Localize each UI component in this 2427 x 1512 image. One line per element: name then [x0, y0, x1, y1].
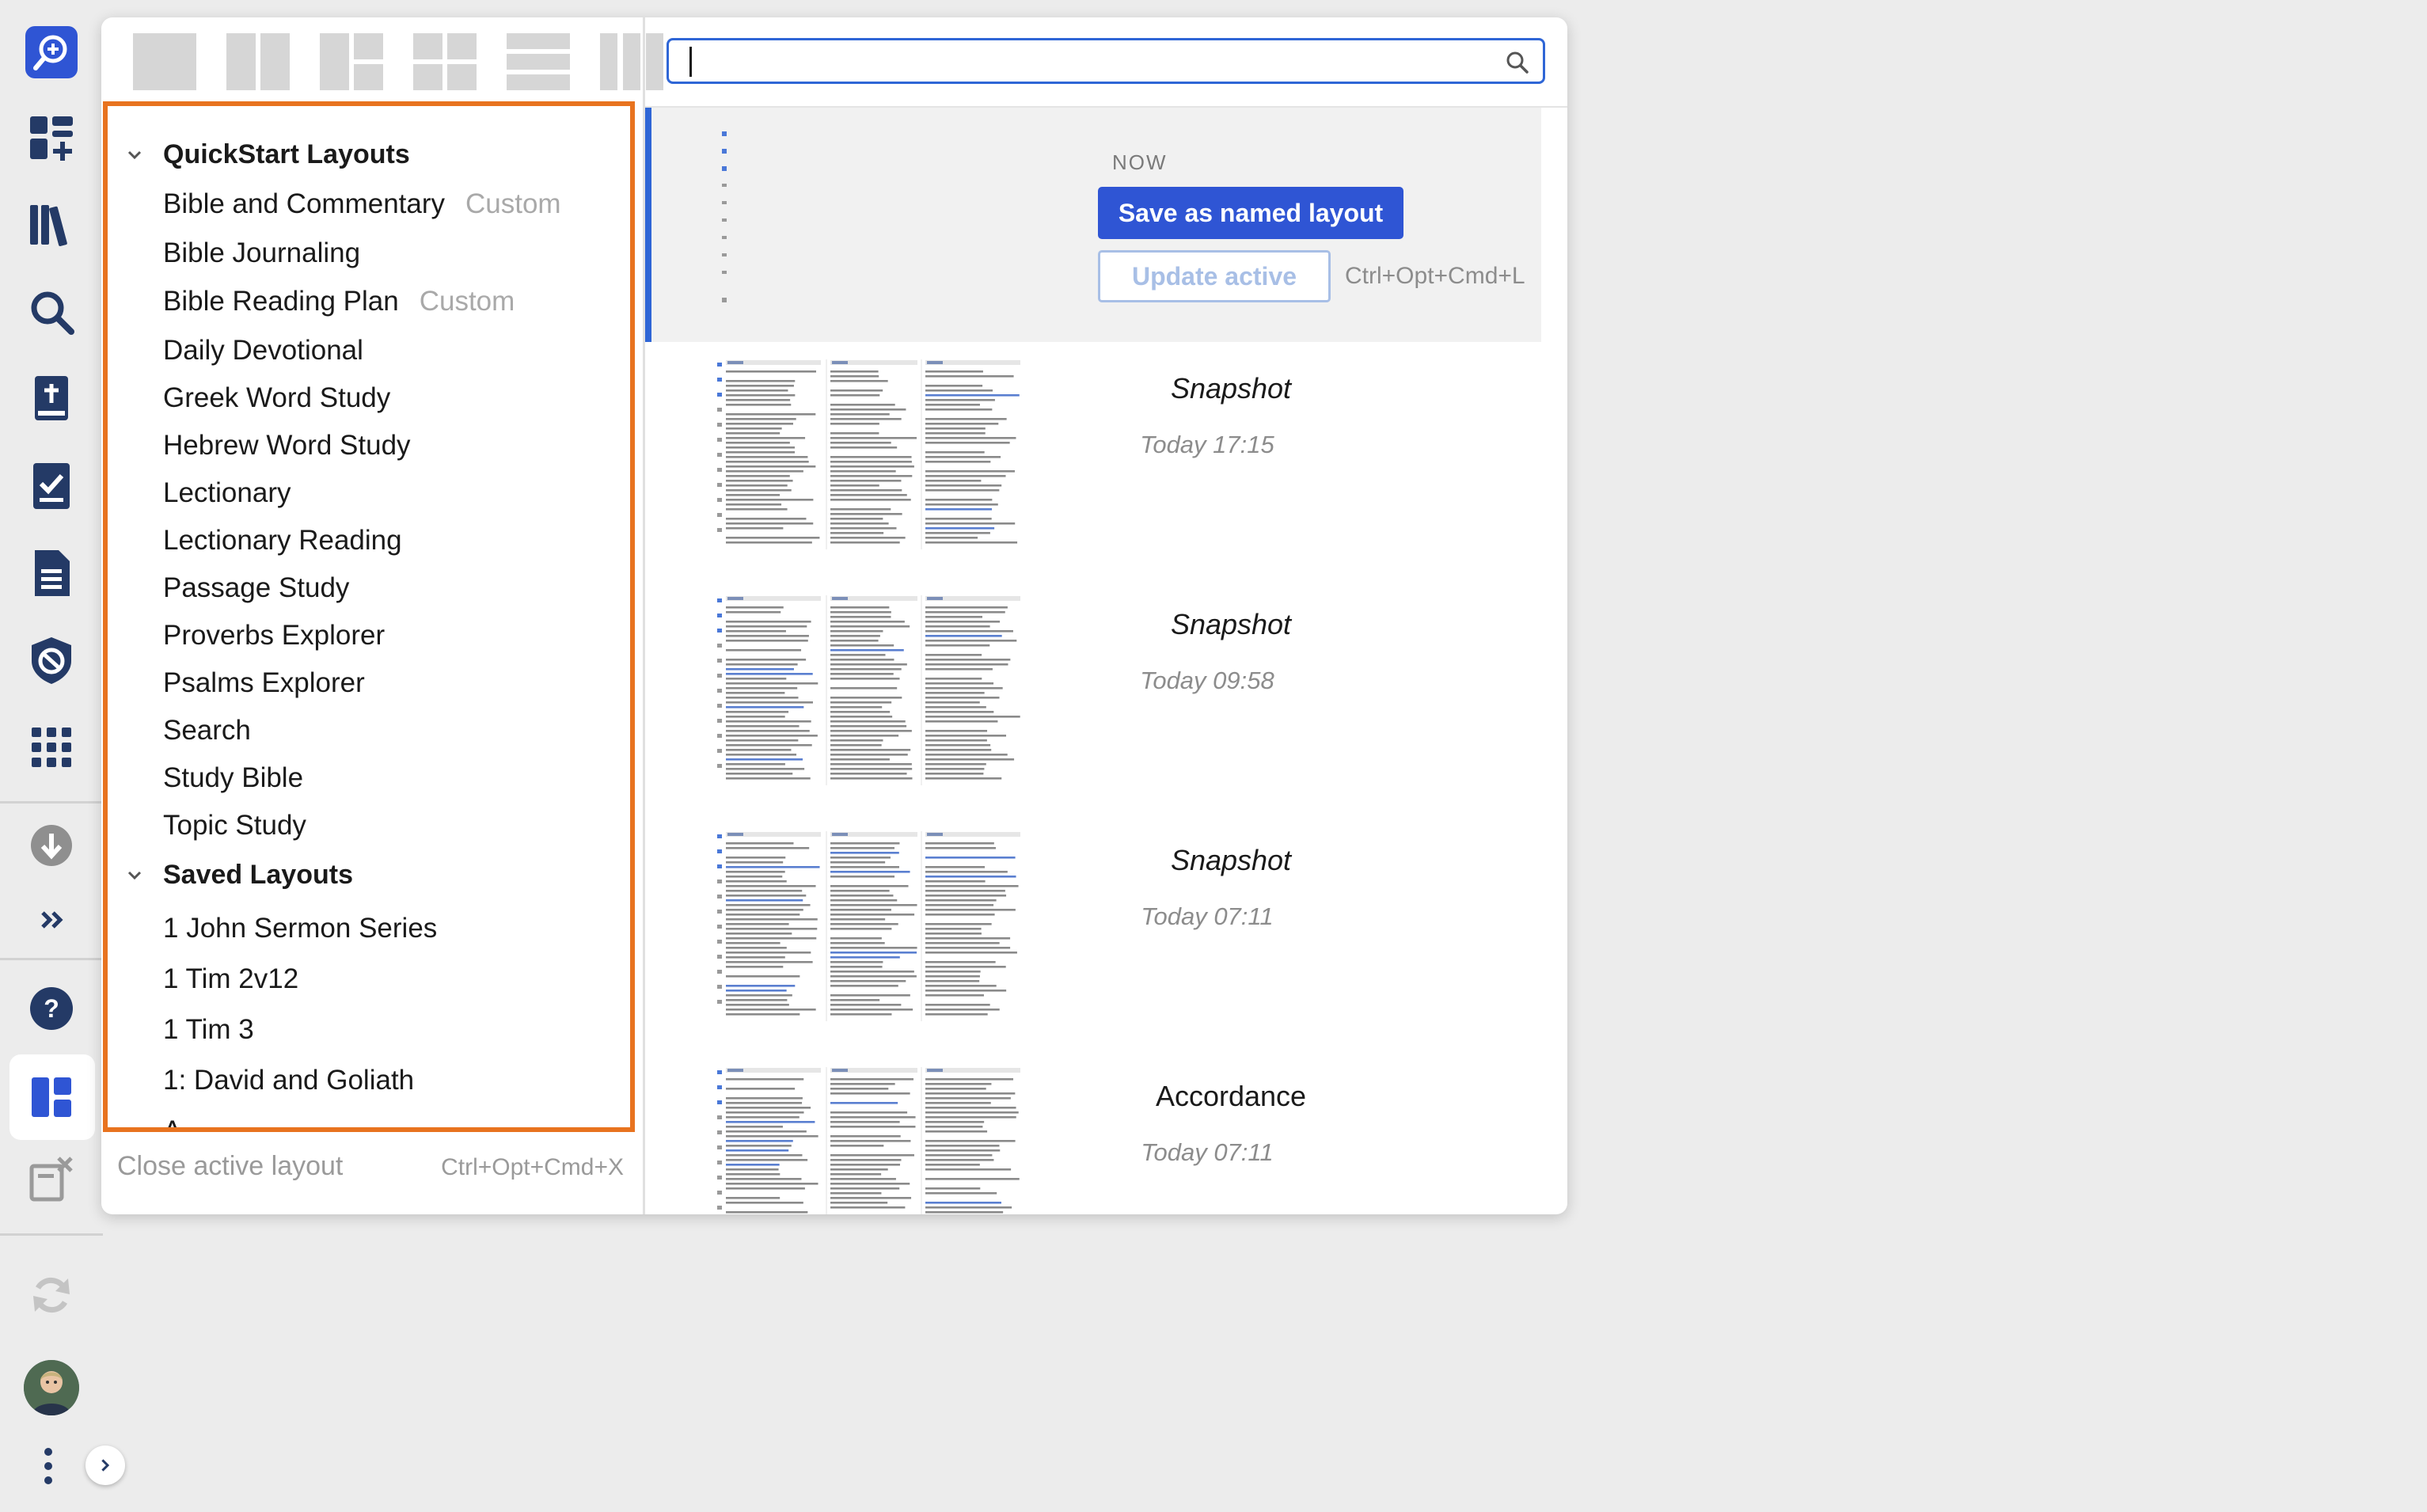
add-panel-icon[interactable] [20, 106, 83, 169]
download-icon[interactable] [20, 814, 83, 877]
search-input[interactable] [697, 45, 1460, 78]
chevron-down-icon[interactable] [123, 144, 146, 166]
snapshot-thumbnail[interactable] [716, 595, 1022, 785]
search-icon[interactable] [20, 280, 83, 344]
sync-icon[interactable] [20, 1263, 83, 1327]
snapshot-time: Today 07:11 [1141, 1138, 1274, 1166]
add-search-icon[interactable] [20, 21, 83, 84]
search-icon[interactable] [1503, 48, 1532, 77]
snapshot-time: Today 09:58 [1140, 667, 1274, 694]
snapshot-item[interactable]: Snapshot Today 09:58 [645, 578, 1541, 814]
custom-tag: Custom [465, 188, 561, 219]
bible-add-icon[interactable] [20, 367, 83, 431]
layout-item[interactable]: Daily Devotional [163, 335, 363, 367]
app-rail: ? [0, 0, 125, 1512]
layout-item[interactable]: 1 Tim 3 [163, 1014, 254, 1046]
close-active-layout-label[interactable]: Close active layout [117, 1151, 343, 1182]
group-title-quickstart[interactable]: QuickStart Layouts [163, 139, 410, 170]
layout-item[interactable]: Bible Reading Plan Custom [163, 286, 515, 317]
now-label: NOW [1112, 150, 1168, 174]
current-layout-thumbnail [722, 131, 727, 302]
custom-tag: Custom [419, 286, 515, 317]
layout-item[interactable]: Lectionary Reading [163, 525, 402, 557]
layout-three-column-icon[interactable] [600, 33, 663, 90]
snapshot-title: Snapshot [1170, 608, 1292, 640]
update-shortcut: Ctrl+Opt+Cmd+L [1345, 263, 1525, 289]
chevron-right-icon[interactable] [85, 1446, 125, 1485]
layout-item[interactable]: Passage Study [163, 572, 349, 604]
active-accent-bar [645, 108, 651, 342]
layout-single-icon[interactable] [133, 33, 196, 90]
layout-item[interactable]: Bible Journaling [163, 237, 360, 269]
layout-item[interactable]: Search [163, 715, 251, 747]
chevron-down-icon[interactable] [123, 864, 146, 887]
snapshot-time: Today 17:15 [1140, 431, 1274, 458]
save-as-named-layout-button[interactable]: Save as named layout [1098, 187, 1403, 239]
layout-item[interactable]: Proverbs Explorer [163, 620, 385, 652]
search-field[interactable] [667, 38, 1545, 84]
layout-item[interactable]: 1 John Sermon Series [163, 913, 437, 944]
layout-two-column-icon[interactable] [226, 33, 290, 90]
layout-item[interactable]: Hebrew Word Study [163, 430, 411, 462]
layout-item[interactable]: Greek Word Study [163, 382, 390, 414]
close-panels-icon[interactable] [20, 1148, 83, 1211]
expand-icon[interactable] [20, 888, 83, 952]
close-active-layout-row[interactable]: Close active layout Ctrl+Opt+Cmd+X [117, 1151, 624, 1191]
more-icon[interactable] [21, 1434, 76, 1498]
layout-item[interactable]: Lectionary [163, 477, 291, 509]
layout-four-grid-icon[interactable] [413, 33, 477, 90]
snapshot-time: Today 07:11 [1141, 902, 1274, 930]
snapshot-title: Accordance [1155, 1080, 1307, 1112]
apps-grid-icon[interactable] [20, 716, 83, 779]
layouts-icon[interactable] [20, 1066, 83, 1129]
snapshot-item[interactable]: Snapshot Today 17:15 [645, 342, 1541, 578]
snapshot-item[interactable]: Accordance Today 07:11 [645, 1050, 1541, 1214]
layout-three-pane-icon[interactable] [320, 33, 383, 90]
layout-item[interactable]: 1: David and Goliath [163, 1065, 414, 1096]
layouts-list-column: QuickStart Layouts Bible and Commentary C… [101, 17, 663, 1214]
layout-item[interactable]: Bible and Commentary Custom [163, 188, 561, 220]
snapshot-thumbnail[interactable] [716, 359, 1022, 549]
snapshots-list: NOW Save as named layout Update active C… [645, 108, 1541, 1214]
help-icon[interactable]: ? [20, 977, 83, 1040]
snapshot-thumbnail[interactable] [716, 831, 1022, 1021]
snapshot-title: Snapshot [1170, 372, 1292, 405]
panel-arrangement-toolbar [133, 33, 663, 90]
group-title-saved[interactable]: Saved Layouts [163, 860, 353, 891]
close-shortcut: Ctrl+Opt+Cmd+X [441, 1154, 624, 1180]
layout-item[interactable]: Psalms Explorer [163, 667, 365, 699]
layout-rows-icon[interactable] [507, 33, 570, 90]
checklist-icon[interactable] [20, 454, 83, 518]
update-active-button[interactable]: Update active [1098, 250, 1331, 302]
shield-check-icon[interactable] [20, 629, 83, 692]
avatar[interactable] [24, 1360, 79, 1415]
snapshot-item[interactable]: Snapshot Today 07:11 [645, 814, 1541, 1050]
layout-item[interactable]: 1 Tim 2v12 [163, 963, 298, 995]
layout-item[interactable]: Topic Study [163, 810, 306, 841]
snapshot-thumbnail[interactable] [716, 1067, 1022, 1214]
document-icon[interactable] [20, 541, 83, 605]
layouts-list: QuickStart Layouts Bible and Commentary C… [103, 101, 635, 1132]
layout-item[interactable]: A [163, 1115, 181, 1127]
library-icon[interactable] [20, 193, 83, 256]
layouts-panel: QuickStart Layouts Bible and Commentary C… [101, 17, 1567, 1214]
text-caret [689, 47, 692, 77]
current-layout-row: NOW Save as named layout Update active C… [645, 108, 1541, 342]
snapshot-title: Snapshot [1170, 844, 1292, 876]
layout-item[interactable]: Study Bible [163, 762, 303, 794]
svg-text:?: ? [44, 994, 59, 1023]
